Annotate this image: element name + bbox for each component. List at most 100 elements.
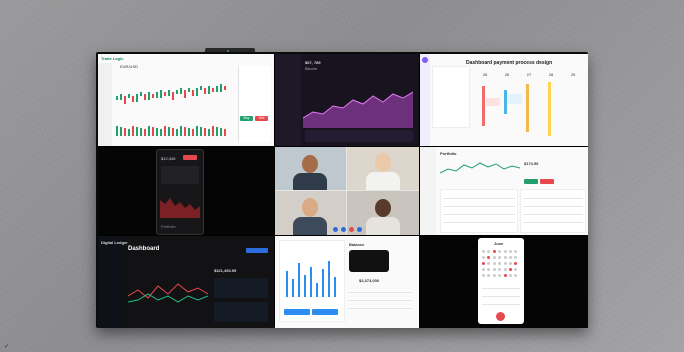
event-bar[interactable] [482,86,485,126]
volume-bar [132,126,134,136]
calendar-day[interactable] [482,262,485,265]
event-bar[interactable] [504,90,507,114]
orderbook-table [520,189,586,233]
logo-icon [422,57,428,63]
section-title: Portfolio [440,151,457,156]
event-card[interactable] [486,98,500,106]
calendar-day[interactable] [487,256,491,259]
primary-button[interactable] [246,248,268,253]
person-head [302,198,318,217]
action-button[interactable] [312,309,338,315]
candle [156,92,158,98]
calendar-day[interactable] [487,250,491,253]
volume-bar [136,127,138,136]
sell-button[interactable]: Sell [255,116,268,121]
calendar-day[interactable] [514,268,518,271]
calendar-day[interactable] [498,256,502,259]
calendar-day[interactable] [492,268,496,271]
calendar-day[interactable] [492,250,496,253]
calendar-day[interactable] [498,262,502,265]
event-card[interactable] [508,94,522,104]
candle [220,84,222,92]
calendar-day[interactable] [503,268,507,271]
calendar-day[interactable] [503,274,507,277]
volume-bar [160,129,162,136]
calendar-day[interactable] [498,274,502,277]
day-2: 27 [526,72,532,77]
brand-name: Digital Ledger [101,240,128,245]
buy-button[interactable]: Buy [240,116,253,121]
mobile-wallet-panel: $12,345 Portfolio [98,147,274,235]
action-button[interactable] [284,309,310,315]
calendar-day[interactable] [514,256,518,259]
calendar-day[interactable] [492,256,496,259]
finance-dashboard-panel: Digital Ledger Dashboard $321,453.99 [98,236,274,328]
stock-dashboard-panel: Portfolio $174.56 [420,147,588,235]
section-header: Balance [349,242,365,247]
add-event-button[interactable] [496,312,505,321]
balance: $12,345 [161,156,176,161]
bar [334,277,336,297]
calendar-day[interactable] [503,256,507,259]
calendar-day[interactable] [492,262,496,265]
calendar-day[interactable] [509,262,512,265]
candle [176,90,178,94]
calendar-day[interactable] [492,274,496,277]
candle [168,90,170,96]
volume-bar [216,127,218,136]
participant-tile [347,147,419,190]
calendar-day[interactable] [482,256,485,259]
volume-bar [152,127,154,136]
video-call-panel [275,147,419,235]
candle [124,96,126,104]
event-bar[interactable] [526,84,529,132]
calendar-day[interactable] [509,274,512,277]
calendar-day[interactable] [482,250,485,253]
candle [188,88,190,92]
candle-chart [116,84,226,136]
share-icon[interactable] [356,227,362,232]
calendar-day[interactable] [482,268,485,271]
holdings-table [440,189,518,233]
mic-icon[interactable] [332,227,338,232]
volume-bar [192,129,194,136]
action-button[interactable] [183,155,197,160]
calendar-day[interactable] [482,274,485,277]
sell-button[interactable] [540,179,554,184]
calendar-day[interactable] [514,274,518,277]
stats-card [214,278,268,298]
camera-icon[interactable] [340,227,346,232]
candle [144,94,146,100]
tab-label[interactable]: Portfolio [161,224,176,229]
candle [132,96,134,102]
candle [204,88,206,94]
calendar-day[interactable] [503,262,507,265]
calendar-day[interactable] [509,250,512,253]
candle [180,88,182,94]
calendar-day[interactable] [498,250,502,253]
trading-chart-panel: Trade Logic EUR/USD Buy Sell [98,54,274,146]
person-body [366,217,400,235]
candle [136,94,138,102]
day-4: 29 [570,72,576,77]
calendar-day[interactable] [487,268,491,271]
calendar-day[interactable] [509,256,512,259]
person-head [375,199,391,217]
calendar-day[interactable] [509,268,512,271]
buy-button[interactable] [524,179,538,184]
candle [148,92,150,100]
candle [160,90,162,98]
end-call-icon[interactable] [348,227,354,232]
calendar-day[interactable] [487,262,491,265]
volume-bar [124,128,126,136]
calendar-day[interactable] [487,274,491,277]
candle [164,92,166,96]
event-bar[interactable] [548,82,551,136]
volume-bar [208,129,210,136]
calendar-day[interactable] [498,268,502,271]
corner-mark: ✓ [4,344,10,350]
amount: $321,453.99 [214,268,237,273]
calendar-day[interactable] [514,262,518,265]
calendar-day[interactable] [503,250,507,253]
calendar-day[interactable] [514,250,518,253]
